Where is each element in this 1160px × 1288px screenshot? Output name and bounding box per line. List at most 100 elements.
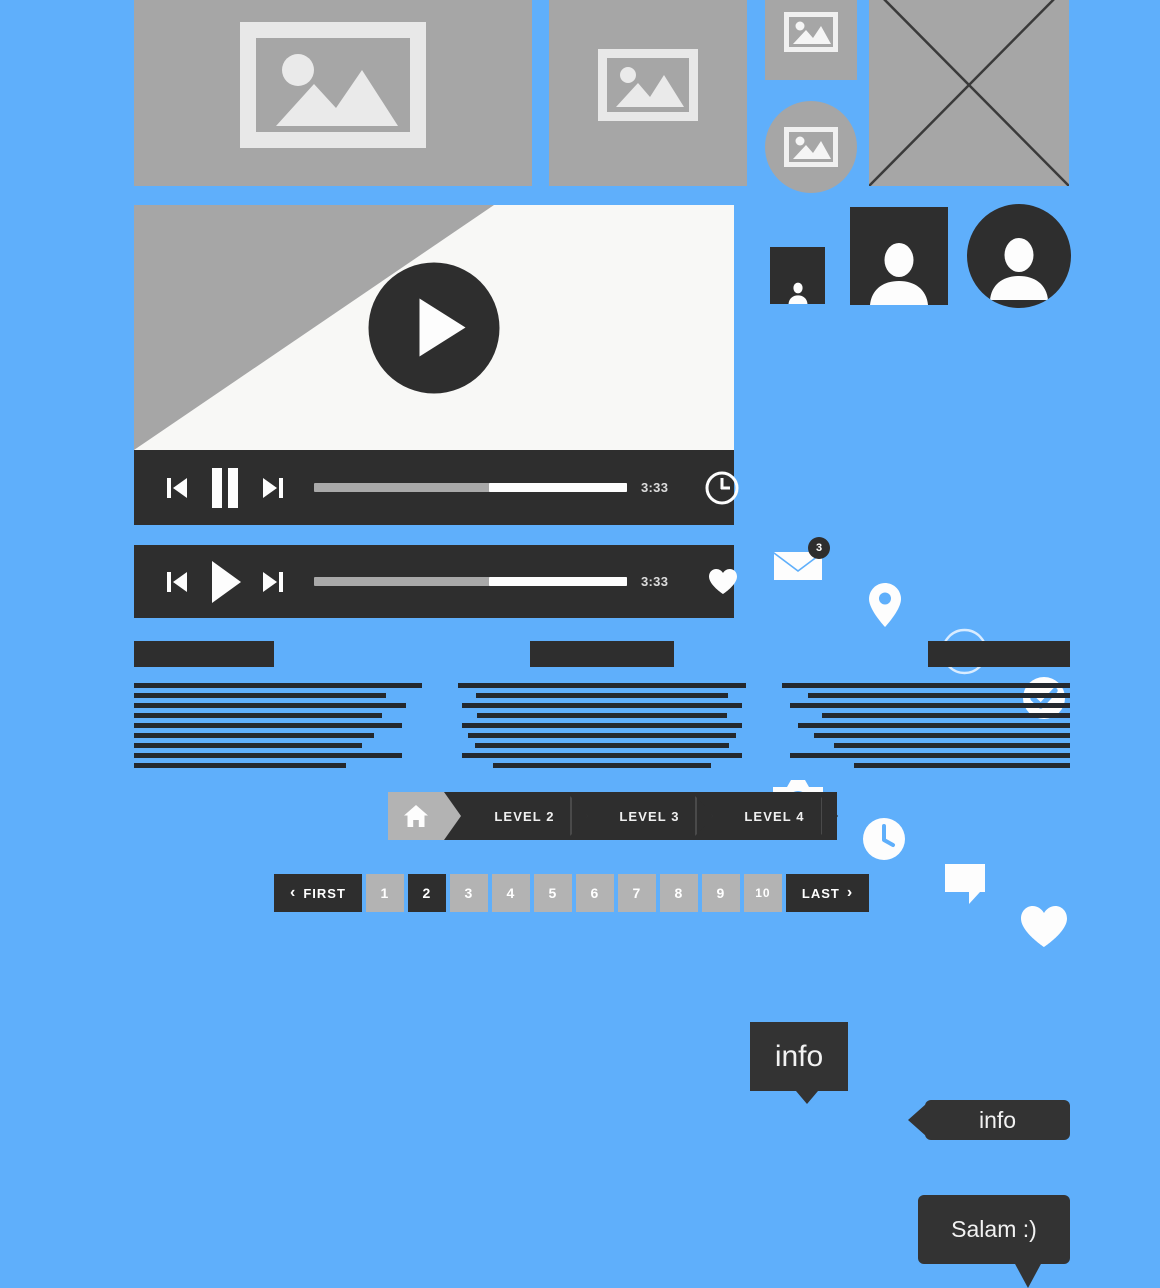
- breadcrumb-label: LEVEL 2: [494, 808, 555, 824]
- pagination-page-9[interactable]: 9: [701, 874, 740, 912]
- mail-badge: 3: [808, 537, 830, 559]
- breadcrumb-item-level-3[interactable]: LEVEL 3: [587, 792, 713, 840]
- pagination-page-label: 3: [464, 885, 474, 901]
- breadcrumb-home[interactable]: [388, 792, 461, 840]
- tooltip-info-left[interactable]: info: [908, 1100, 1070, 1140]
- play-button-secondary[interactable]: [210, 560, 242, 603]
- heart-icon: [709, 569, 738, 594]
- breadcrumb-label: LEVEL 3: [619, 808, 680, 824]
- pagination-page-4[interactable]: 4: [491, 874, 530, 912]
- pagination-page-7[interactable]: 7: [617, 874, 656, 912]
- text-line: [782, 683, 1070, 688]
- pagination-page-label: 1: [380, 885, 390, 901]
- tooltip-info-down[interactable]: info: [750, 1022, 848, 1104]
- video-player-secondary[interactable]: 3:33: [134, 545, 738, 618]
- text-block-lines: [134, 683, 424, 768]
- text-block-heading: [530, 641, 674, 667]
- progress-track-primary[interactable]: [314, 483, 627, 492]
- tooltip-tail-bottom-right-icon: [1014, 1262, 1042, 1288]
- text-line: [822, 713, 1070, 718]
- heart-icon: [1021, 906, 1067, 947]
- image-placeholder-circle[interactable]: [765, 101, 857, 193]
- pagination-page-label: 6: [590, 885, 600, 901]
- text-line: [790, 703, 1070, 708]
- pagination-first-button[interactable]: ‹ FIRST: [274, 874, 362, 912]
- breadcrumb-separator-icon: [695, 796, 713, 836]
- mail-icon-button[interactable]: 3: [772, 537, 830, 585]
- pagination-page-3[interactable]: 3: [449, 874, 488, 912]
- person-icon: [870, 243, 928, 305]
- pause-button[interactable]: [210, 467, 240, 508]
- progress-fill: [489, 577, 627, 586]
- pagination-page-2[interactable]: 2: [407, 874, 446, 912]
- progress-fill: [489, 483, 627, 492]
- video-thumbnail[interactable]: [134, 205, 734, 450]
- tooltip-salam[interactable]: Salam :): [918, 1195, 1070, 1288]
- image-placeholder-small[interactable]: [765, 0, 857, 80]
- text-line: [475, 743, 729, 748]
- ui-kit-canvas: 3:33 3:33 3 info info Salam:) LEVEL 2 L…: [0, 0, 1160, 1288]
- clock-icon: [705, 471, 739, 504]
- skip-next-icon: [263, 477, 283, 498]
- pagination-page-label: 8: [674, 885, 684, 901]
- breadcrumb-label: LEVEL 4: [744, 808, 805, 824]
- video-player-primary[interactable]: 3:33: [134, 205, 739, 525]
- pagination-last-button[interactable]: LAST ›: [785, 874, 870, 912]
- image-placeholder-crossed[interactable]: [869, 0, 1069, 186]
- play-icon: [212, 560, 241, 603]
- favorite-button[interactable]: [708, 568, 738, 595]
- text-line: [134, 703, 406, 708]
- video-controls-bar: 3:33: [134, 450, 739, 525]
- skip-previous-button-secondary[interactable]: [166, 570, 188, 594]
- cross-icon: [869, 0, 1069, 186]
- pagination-page-label: 7: [632, 885, 642, 901]
- clock-icon-button[interactable]: [862, 817, 906, 861]
- avatar-small-square[interactable]: [770, 247, 825, 304]
- text-line: [134, 753, 402, 758]
- tooltip-tail-down-icon: [796, 1091, 818, 1104]
- text-line: [458, 683, 746, 688]
- pagination-page-1[interactable]: 1: [365, 874, 404, 912]
- text-line: [468, 733, 736, 738]
- image-placeholder-medium[interactable]: [549, 0, 747, 186]
- image-icon: [784, 12, 838, 52]
- tooltip-info-left-label: info: [978, 1106, 1017, 1133]
- location-pin-icon-button[interactable]: [866, 582, 904, 628]
- avatar-circle[interactable]: [967, 204, 1071, 308]
- image-icon: [240, 22, 426, 148]
- pagination-page-label: 2: [422, 885, 432, 901]
- pagination-page-label: 10: [755, 886, 771, 900]
- skip-previous-icon: [167, 477, 187, 498]
- breadcrumb-separator-icon: [570, 796, 588, 836]
- text-block-heading: [928, 641, 1070, 667]
- comment-icon-button[interactable]: [944, 863, 986, 905]
- text-line: [134, 763, 346, 768]
- breadcrumb-item-level-2[interactable]: LEVEL 2: [444, 792, 588, 840]
- heart-icon-button[interactable]: [1020, 905, 1068, 948]
- image-placeholder-large[interactable]: [134, 0, 532, 186]
- text-line: [134, 683, 422, 688]
- clock-button[interactable]: [704, 470, 740, 506]
- text-line: [477, 713, 727, 718]
- skip-next-button[interactable]: [262, 476, 284, 500]
- text-block-left: [134, 641, 424, 768]
- pagination-last-label: LAST: [801, 885, 840, 901]
- breadcrumb-item-level-4[interactable]: LEVEL 4: [712, 792, 837, 840]
- tooltip-salam-label: Salam :): [951, 1216, 1037, 1242]
- tooltip-info-down-label: info: [774, 1039, 824, 1073]
- pagination-page-10[interactable]: 10: [743, 874, 782, 912]
- chevron-left-icon: ‹: [290, 884, 297, 901]
- text-line: [834, 743, 1070, 748]
- pagination-page-6[interactable]: 6: [575, 874, 614, 912]
- skip-previous-button[interactable]: [166, 476, 188, 500]
- avatar-large-square[interactable]: [850, 207, 948, 305]
- pagination-page-5[interactable]: 5: [533, 874, 572, 912]
- text-line: [462, 703, 742, 708]
- text-line: [798, 723, 1070, 728]
- person-icon: [788, 282, 807, 304]
- progress-track-secondary[interactable]: [314, 577, 627, 586]
- text-line: [462, 753, 742, 758]
- skip-next-button-secondary[interactable]: [262, 570, 284, 594]
- play-button[interactable]: [368, 262, 500, 393]
- pagination-page-8[interactable]: 8: [659, 874, 698, 912]
